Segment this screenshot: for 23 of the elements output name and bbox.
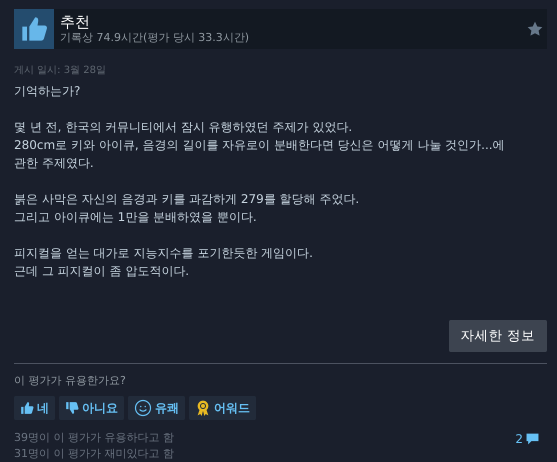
vote-count-text: 31명이 이 평가가 재미있다고 함 bbox=[14, 446, 174, 462]
comments-link[interactable]: 2 bbox=[515, 432, 539, 446]
helpful-question: 이 평가가 유용한가요? bbox=[14, 373, 127, 388]
vote-count-text: 39명이 이 평가가 유용하다고 함 bbox=[14, 430, 174, 446]
vote-button[interactable]: 아니요 bbox=[59, 396, 124, 420]
review-paragraph: 기억하는가? bbox=[14, 83, 82, 100]
speech-bubble-icon bbox=[526, 433, 539, 445]
read-more-button[interactable]: 자세한 정보 bbox=[448, 320, 547, 352]
award-medal-icon bbox=[195, 399, 211, 417]
star-icon[interactable] bbox=[527, 21, 543, 37]
review-paragraph: 붉은 사막은 자신의 음경과 키를 과감하게 279를 할당해 주었다. 그리고 아이큐에는 1만을 분배하였을 뿐이다. bbox=[14, 191, 360, 226]
review-paragraph: 피지컬을 얻는 대가로 지능지수를 포기한듯한 게임이다. 근데 그 피지컬이 좀 압도적이다. bbox=[14, 245, 314, 280]
review-verdict: 추천 bbox=[60, 13, 91, 31]
review-paragraph: 몇 년 전, 한국의 커뮤니티에서 잠시 유행하였던 주제가 있었다. 280cm로 키와 아이큐, 음경의 길이를 자유로이 분배한다면 당신은 어떻게 나눌 것인가...에 관한 주제였다. bbox=[14, 119, 506, 172]
posted-date: 게시 일시: 3월 28일 bbox=[14, 64, 107, 77]
thumbs-up-icon bbox=[20, 401, 34, 415]
playtime-text: 기록상 74.9시간(평가 당시 33.3시간) bbox=[60, 31, 250, 45]
smiley-icon bbox=[134, 399, 152, 417]
vote-button[interactable]: 네 bbox=[14, 396, 55, 420]
thumbs-up-icon bbox=[20, 15, 48, 43]
vote-button[interactable]: 어워드 bbox=[189, 396, 256, 420]
vote-button[interactable]: 유쾌 bbox=[128, 396, 185, 420]
thumbs-down-icon bbox=[65, 401, 79, 415]
